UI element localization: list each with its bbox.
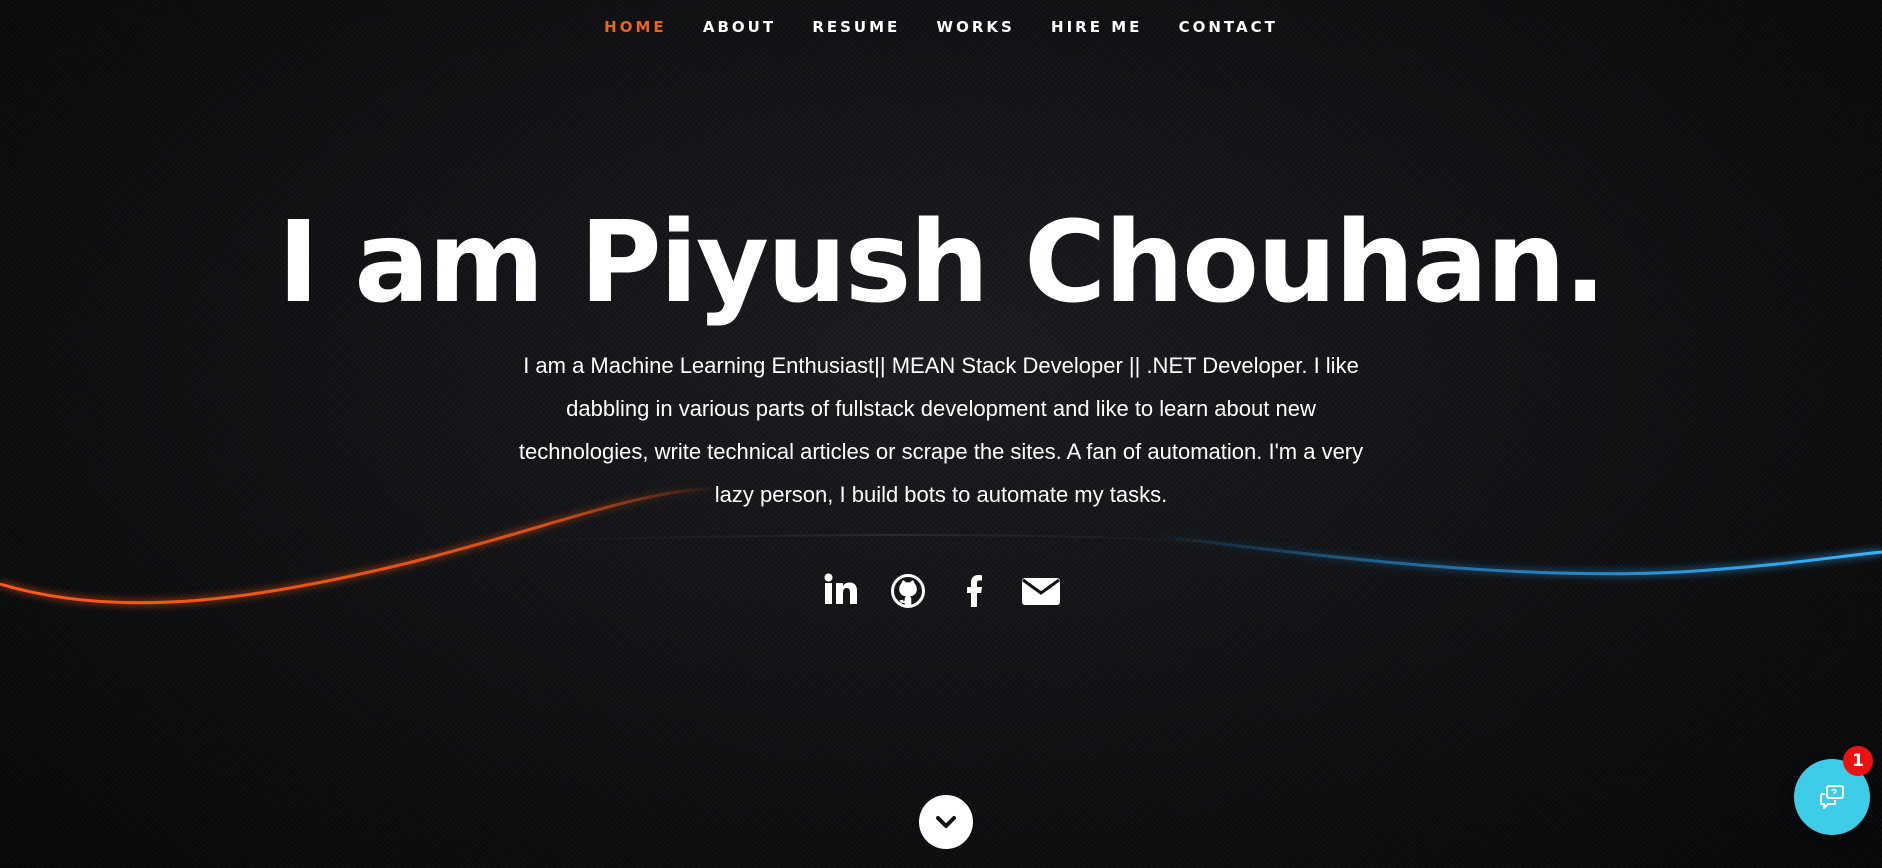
nav-about[interactable]: ABOUT — [703, 18, 776, 36]
scroll-down-button[interactable] — [919, 795, 973, 849]
linkedin-link[interactable] — [820, 570, 862, 612]
notification-badge: 1 — [1843, 746, 1873, 776]
github-icon — [890, 574, 925, 608]
email-icon — [1021, 578, 1060, 605]
linkedin-icon — [824, 573, 858, 604]
nav-resume[interactable]: RESUME — [812, 18, 900, 36]
faint-wave — [519, 534, 1251, 546]
facebook-link[interactable] — [953, 570, 995, 612]
hero-intro: I am a Machine Learning Enthusiast|| MEA… — [518, 353, 1364, 507]
nav-home[interactable]: HOME — [604, 18, 666, 36]
nav-contact[interactable]: CONTACT — [1179, 18, 1278, 36]
nav-works[interactable]: WORKS — [937, 18, 1015, 36]
email-link[interactable] — [1020, 570, 1062, 612]
facebook-icon — [967, 575, 983, 607]
social-links — [0, 570, 1882, 612]
blue-wave — [1149, 533, 1882, 576]
github-link[interactable] — [887, 570, 929, 612]
main-nav: HOME ABOUT RESUME WORKS HIRE ME CONTACT — [0, 18, 1882, 36]
nav-hire-me[interactable]: HIRE ME — [1051, 18, 1142, 36]
chat-help-icon — [1820, 785, 1844, 809]
chevron-down-icon — [936, 816, 956, 828]
hero-headline: I am Piyush Chouhan. — [277, 198, 1607, 328]
hero-section: HOME ABOUT RESUME WORKS HIRE ME CONTACT … — [0, 0, 1882, 868]
